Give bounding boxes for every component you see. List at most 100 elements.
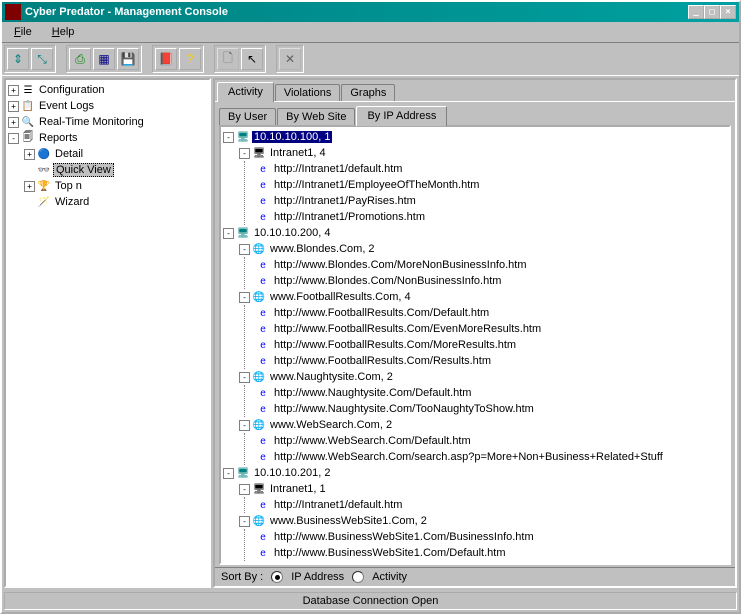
site-label: www.BusinessWebSite1.Com, 2 [268, 515, 429, 527]
url-label: http://www.FootballResults.Com/Default.h… [272, 307, 491, 319]
sort-bar: Sort By : IP Address Activity [215, 567, 735, 586]
expand-icon[interactable]: - [239, 244, 250, 255]
url-node[interactable]: ehttp://www.WebSearch.Com/search.asp?p=M… [256, 449, 727, 465]
ip-node[interactable]: -🖥10.10.10.100, 1 [223, 129, 727, 145]
title-text: Cyber Predator - Management Console [25, 6, 688, 18]
nav-reports[interactable]: -🗐Reports [8, 130, 207, 146]
url-node[interactable]: ehttp://Intranet1/PayRises.htm [256, 193, 727, 209]
sort-radio-ip[interactable] [271, 571, 283, 583]
url-label: http://www.Blondes.Com/NonBusinessInfo.h… [272, 275, 503, 287]
site-node[interactable]: -🌐www.BusinessWebSite1.Com, 2 [239, 513, 727, 529]
tab-activity[interactable]: Activity [217, 82, 274, 102]
url-node[interactable]: ehttp://www.FootballResults.Com/Results.… [256, 353, 727, 369]
cursor-icon[interactable]: ↖ [241, 48, 263, 70]
ie-icon: e [256, 402, 270, 416]
new-doc-icon[interactable]: 🗋 [217, 48, 239, 70]
nav-wizard[interactable]: 🪄Wizard [24, 194, 207, 210]
url-node[interactable]: ehttp://www.FootballResults.Com/Default.… [256, 305, 727, 321]
ie-icon: e [256, 498, 270, 512]
ip-node[interactable]: -🖥10.10.10.201, 2 [223, 465, 727, 481]
app-icon [5, 4, 21, 20]
sort-opt-activity: Activity [372, 571, 407, 583]
url-node[interactable]: ehttp://Intranet1/EmployeeOfTheMonth.htm [256, 177, 727, 193]
site-node[interactable]: -🖥Intranet1, 4 [239, 145, 727, 161]
expand-icon[interactable]: - [239, 372, 250, 383]
ie-icon: e [256, 194, 270, 208]
url-node[interactable]: ehttp://www.BusinessWebSite1.Com/Default… [256, 545, 727, 561]
url-node[interactable]: ehttp://Intranet1/default.htm [256, 497, 727, 513]
url-node[interactable]: ehttp://www.Blondes.Com/NonBusinessInfo.… [256, 273, 727, 289]
nav-configuration[interactable]: +☰Configuration [8, 82, 207, 98]
subtab-byip[interactable]: By IP Address [356, 106, 447, 126]
ie-icon: e [256, 322, 270, 336]
expand-icon[interactable]: - [223, 468, 234, 479]
site-node[interactable]: -🌐www.WebSearch.Com, 2 [239, 417, 727, 433]
minimize-button[interactable]: _ [688, 5, 704, 19]
expand-icon[interactable]: - [239, 292, 250, 303]
menu-help[interactable]: Help [44, 24, 83, 40]
url-node[interactable]: ehttp://www.FootballResults.Com/EvenMore… [256, 321, 727, 337]
expand-icon[interactable]: - [239, 420, 250, 431]
export-icon[interactable]: ⎙ [69, 48, 91, 70]
book-icon[interactable]: 📕 [155, 48, 177, 70]
expand-icon[interactable]: - [239, 484, 250, 495]
nav-eventlogs[interactable]: +📋Event Logs [8, 98, 207, 114]
url-label: http://www.FootballResults.Com/Results.h… [272, 355, 493, 367]
subtab-bywebsite[interactable]: By Web Site [277, 108, 355, 125]
url-node[interactable]: ehttp://www.WebSearch.Com/Default.htm [256, 433, 727, 449]
menu-file[interactable]: File [6, 24, 40, 40]
url-node[interactable]: ehttp://www.FootballResults.Com/MoreResu… [256, 337, 727, 353]
ip-label: 10.10.10.200, 4 [252, 227, 332, 239]
ie-icon: e [256, 434, 270, 448]
nav-monitoring[interactable]: +🔍Real-Time Monitoring [8, 114, 207, 130]
site-label: www.Naughtysite.Com, 2 [268, 371, 395, 383]
nav-detail[interactable]: +🔵Detail [24, 146, 207, 162]
url-node[interactable]: ehttp://www.Blondes.Com/MoreNonBusinessI… [256, 257, 727, 273]
url-label: http://www.Naughtysite.Com/TooNaughtyToS… [272, 403, 536, 415]
expand-icon[interactable]: - [239, 148, 250, 159]
content-panel: Activity Violations Graphs By User By We… [213, 78, 737, 588]
close-button[interactable]: × [720, 5, 736, 19]
tab-graphs[interactable]: Graphs [341, 84, 395, 101]
globe-icon: 🌐 [252, 242, 266, 256]
computer-icon: 🖥 [236, 466, 250, 480]
url-node[interactable]: ehttp://www.Naughtysite.Com/Default.htm [256, 385, 727, 401]
ie-icon: e [256, 178, 270, 192]
arrow-diag-icon[interactable]: ⤡ [31, 48, 53, 70]
ip-node[interactable]: -🖥10.10.10.200, 4 [223, 225, 727, 241]
arrow-up-down-icon[interactable]: ⇕ [7, 48, 29, 70]
site-node[interactable]: -🖥Intranet1, 1 [239, 481, 727, 497]
url-node[interactable]: ehttp://Intranet1/Promotions.htm [256, 209, 727, 225]
url-node[interactable]: ehttp://www.Naughtysite.Com/TooNaughtyTo… [256, 401, 727, 417]
url-label: http://Intranet1/PayRises.htm [272, 195, 418, 207]
site-node[interactable]: -🌐www.Naughtysite.Com, 2 [239, 369, 727, 385]
help-icon[interactable]: ? [179, 48, 201, 70]
expand-icon[interactable]: - [223, 132, 234, 143]
url-node[interactable]: ehttp://Intranet1/default.htm [256, 161, 727, 177]
url-label: http://Intranet1/Promotions.htm [272, 211, 427, 223]
globe-icon: 🌐 [252, 418, 266, 432]
expand-icon[interactable]: - [239, 516, 250, 527]
subtab-byuser[interactable]: By User [219, 108, 276, 125]
sub-tabs: By User By Web Site By IP Address [215, 101, 735, 125]
ip-label: 10.10.10.201, 2 [252, 467, 332, 479]
nav-topn[interactable]: +🏆Top n [24, 178, 207, 194]
nav-quickview[interactable]: 👓Quick View [24, 162, 207, 178]
ip-label: 10.10.10.100, 1 [252, 131, 332, 143]
delete-icon[interactable]: ✕ [279, 48, 301, 70]
site-node[interactable]: -🌐www.Blondes.Com, 2 [239, 241, 727, 257]
site-node[interactable]: -🌐www.FootballResults.Com, 4 [239, 289, 727, 305]
sort-radio-activity[interactable] [352, 571, 364, 583]
grid-icon[interactable]: ▦ [93, 48, 115, 70]
ie-icon: e [256, 306, 270, 320]
site-label: www.WebSearch.Com, 2 [268, 419, 394, 431]
ie-icon: e [256, 210, 270, 224]
url-label: http://www.BusinessWebSite1.Com/Business… [272, 531, 536, 543]
ie-icon: e [256, 354, 270, 368]
save-icon[interactable]: 💾 [117, 48, 139, 70]
maximize-button[interactable]: □ [704, 5, 720, 19]
expand-icon[interactable]: - [223, 228, 234, 239]
url-node[interactable]: ehttp://www.BusinessWebSite1.Com/Busines… [256, 529, 727, 545]
tab-violations[interactable]: Violations [275, 84, 341, 101]
ie-icon: e [256, 338, 270, 352]
